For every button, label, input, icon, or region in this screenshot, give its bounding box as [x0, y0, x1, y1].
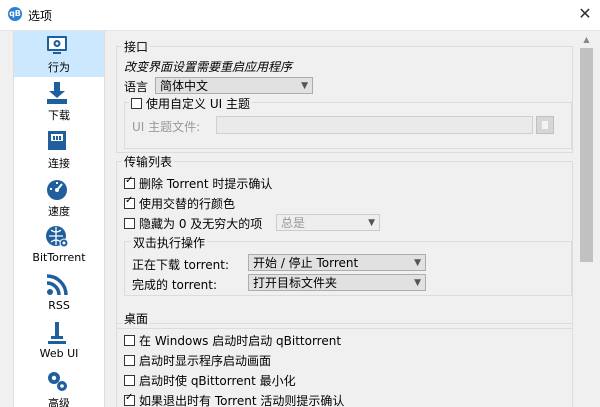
downloading-action-value: 开始 / 停止 Torrent: [253, 256, 359, 270]
sidebar-item-label: BitTorrent: [32, 251, 86, 264]
sidebar-item-webui[interactable]: Web UI: [14, 319, 104, 365]
checkbox-checked-icon: [124, 195, 135, 209]
sidebar-item-advanced[interactable]: 高级: [14, 367, 104, 407]
qbittorrent-logo-icon: qB: [8, 7, 22, 21]
theme-file-label: UI 主题文件:: [132, 120, 201, 134]
sidebar-item-bittorrent[interactable]: BitTorrent: [14, 223, 104, 269]
chevron-down-icon: ▼: [301, 81, 308, 91]
download-icon: [47, 82, 67, 104]
folder-icon: [542, 121, 548, 129]
sidebar-item-speed[interactable]: 速度: [14, 175, 104, 221]
speed-icon: [47, 180, 67, 200]
language-select-value: 简体中文: [160, 79, 209, 93]
custom-theme-checkbox[interactable]: 使用自定义 UI 主题: [129, 95, 252, 112]
hide-zero-label: 隐藏为 0 及无穷大的项: [139, 217, 263, 231]
sidebar-item-label: 速度: [48, 205, 70, 218]
scroll-up-arrow-icon[interactable]: ▲: [578, 31, 595, 48]
completed-action-select[interactable]: 打开目标文件夹 ▼: [248, 274, 426, 291]
window-title: 选项: [28, 9, 53, 23]
checkbox-icon: [124, 335, 135, 346]
connection-icon: [48, 131, 66, 150]
behavior-icon: [47, 36, 67, 54]
downloading-action-select[interactable]: 开始 / 停止 Torrent ▼: [248, 254, 426, 271]
double-click-group-title: 双击执行操作: [131, 234, 208, 251]
webui-icon: [48, 322, 66, 344]
confirm-delete-label: 删除 Torrent 时提示确认: [139, 177, 273, 191]
completed-action-label: 完成的 torrent:: [132, 278, 217, 292]
show-splash-label: 启动时显示程序启动画面: [139, 354, 272, 368]
chevron-down-icon: ▼: [414, 258, 421, 268]
sidebar-item-label: Web UI: [39, 347, 79, 360]
show-splash-checkbox[interactable]: 启动时显示程序启动画面: [124, 352, 271, 369]
checkbox-checked-icon: [124, 392, 135, 406]
sidebar-item-connection[interactable]: 连接: [14, 127, 104, 173]
sidebar-item-label: 高级: [48, 397, 70, 407]
custom-theme-label: 使用自定义 UI 主题: [146, 97, 250, 111]
hide-zero-select[interactable]: 总是 ▼: [276, 214, 380, 231]
downloading-action-label: 正在下载 torrent:: [132, 258, 229, 272]
sidebar-item-label: 下载: [48, 109, 70, 122]
restart-note: 改变界面设置需要重启应用程序: [124, 60, 293, 74]
rss-icon: [46, 274, 68, 296]
language-label: 语言: [124, 80, 149, 94]
start-minimized-label: 启动时使 qBittorrent 最小化: [139, 374, 296, 388]
sidebar-item-label: 连接: [48, 157, 70, 170]
interface-group-title: 接口: [122, 38, 151, 55]
start-with-windows-checkbox[interactable]: 在 Windows 启动时启动 qBittorrent: [124, 332, 341, 349]
completed-action-value: 打开目标文件夹: [253, 276, 338, 290]
chevron-down-icon: ▼: [368, 218, 375, 228]
hide-zero-checkbox[interactable]: 隐藏为 0 及无穷大的项: [124, 215, 262, 232]
chevron-down-icon: ▼: [414, 278, 421, 288]
checkbox-checked-icon: [124, 175, 135, 189]
confirm-exit-label: 如果退出时有 Torrent 活动则提示确认: [139, 394, 345, 407]
bittorrent-icon: [46, 226, 69, 248]
close-button[interactable]: ✕: [570, 0, 600, 30]
checkbox-icon: [124, 375, 135, 386]
advanced-icon: [48, 372, 67, 391]
title-bar: qB 选项 ✕: [0, 0, 600, 31]
desktop-group-title: 桌面: [122, 310, 151, 327]
theme-file-input[interactable]: [216, 116, 533, 134]
start-minimized-checkbox[interactable]: 启动时使 qBittorrent 最小化: [124, 372, 296, 389]
scrollbar-thumb[interactable]: [580, 48, 593, 262]
sidebar-item-behavior[interactable]: 行为: [14, 31, 104, 77]
sidebar-item-label: 行为: [48, 61, 70, 74]
transfer-list-group-title: 传输列表: [122, 153, 175, 170]
options-content: 接口 改变界面设置需要重启应用程序 语言 简体中文 ▼ 使用自定义 UI 主题 …: [112, 31, 577, 407]
checkbox-icon: [124, 355, 135, 366]
alt-row-colors-label: 使用交替的行颜色: [139, 197, 236, 211]
options-sidebar: 行为 下载 连接 速度 BitTorrent RSS Web UI 高级: [13, 31, 105, 407]
sidebar-item-rss[interactable]: RSS: [14, 271, 104, 317]
confirm-delete-checkbox[interactable]: 删除 Torrent 时提示确认: [124, 175, 272, 192]
hide-zero-select-value: 总是: [281, 216, 306, 230]
sidebar-item-label: RSS: [48, 299, 70, 312]
vertical-scrollbar[interactable]: ▲: [578, 31, 595, 407]
alt-row-colors-checkbox[interactable]: 使用交替的行颜色: [124, 195, 235, 212]
browse-file-button[interactable]: [536, 116, 554, 134]
confirm-exit-checkbox[interactable]: 如果退出时有 Torrent 活动则提示确认: [124, 392, 344, 407]
checkbox-icon: [131, 98, 142, 109]
language-select[interactable]: 简体中文 ▼: [155, 77, 313, 94]
start-with-windows-label: 在 Windows 启动时启动 qBittorrent: [139, 334, 342, 348]
checkbox-icon: [124, 218, 135, 229]
sidebar-item-download[interactable]: 下载: [14, 79, 104, 125]
